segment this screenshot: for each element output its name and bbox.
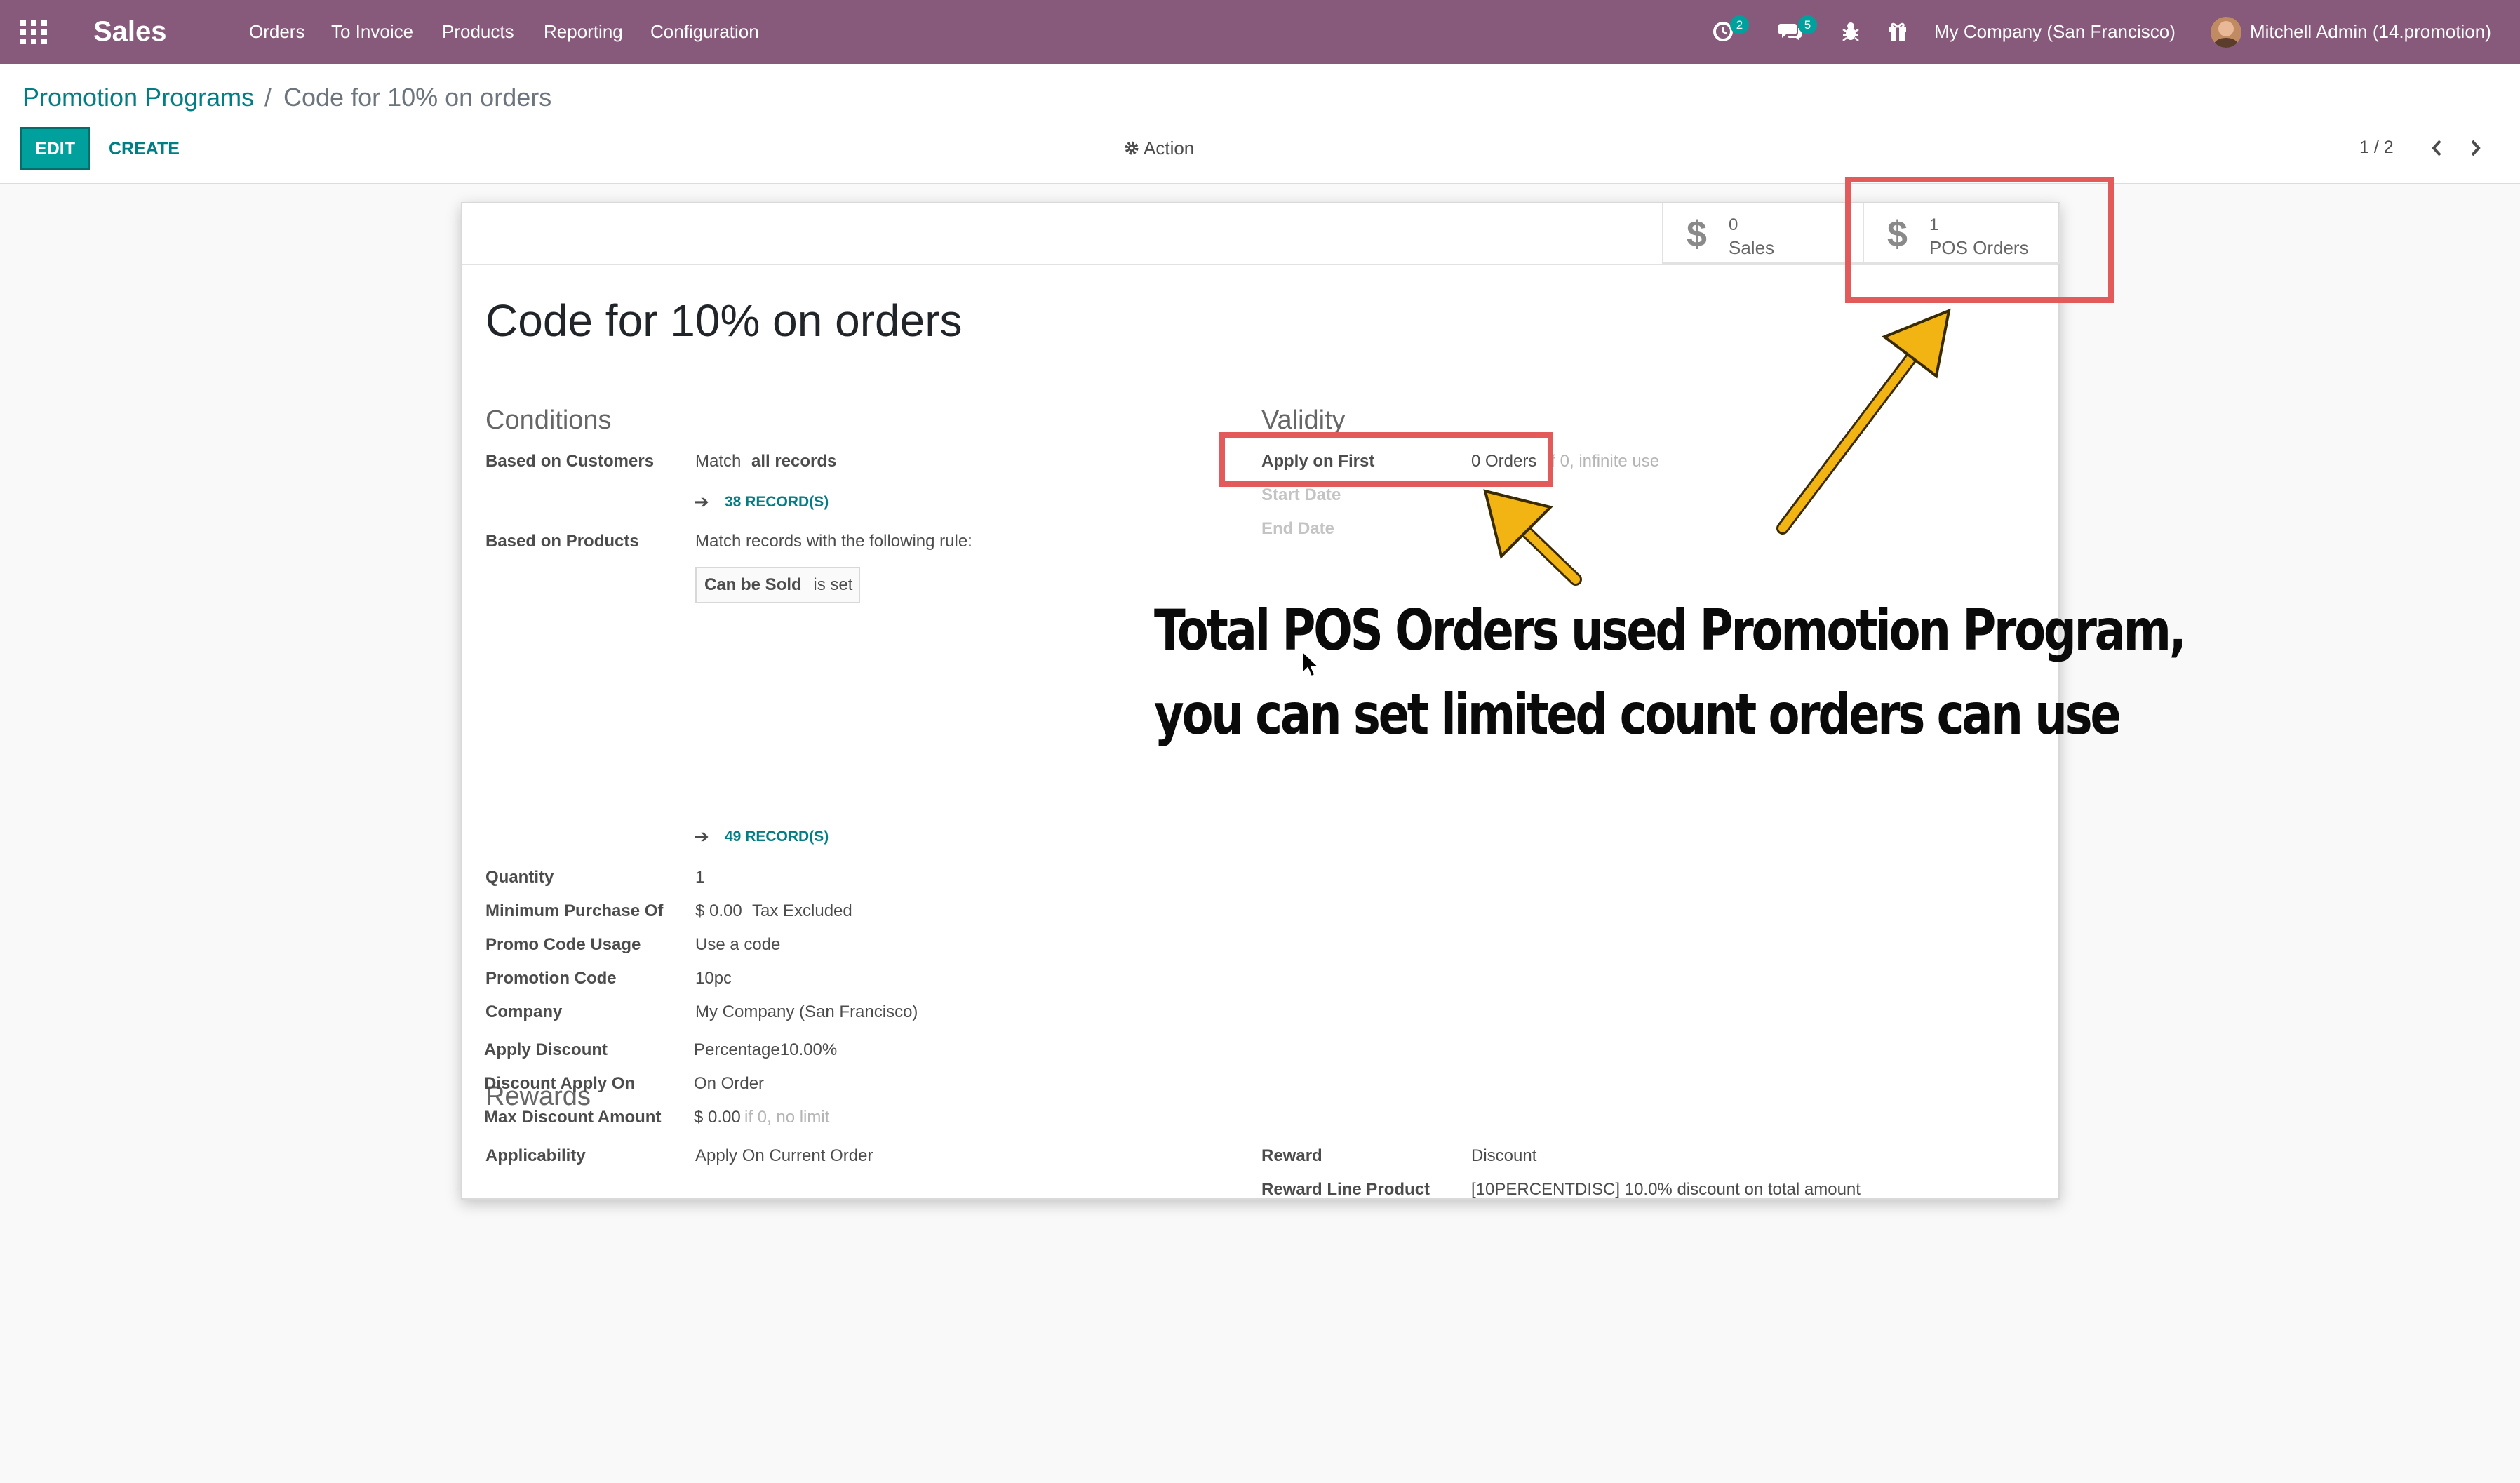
annotation-caption-line2: you can set limited count orders can use [1154, 682, 2122, 747]
arrow-to-pos-orders [1776, 308, 1951, 535]
arrow-to-apply-on-first [1483, 489, 1582, 586]
annotation-caption-line1: Total POS Orders used Promotion Program, [1154, 598, 2187, 663]
